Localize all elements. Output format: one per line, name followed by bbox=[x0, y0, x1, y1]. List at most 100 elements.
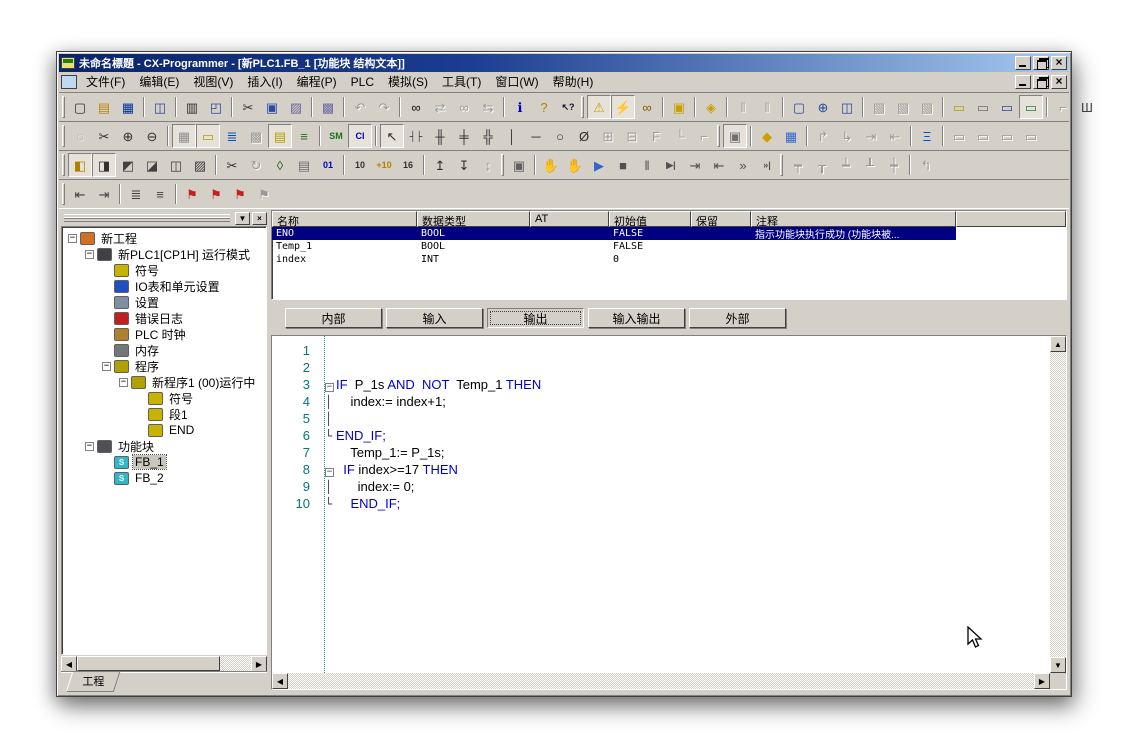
st-code-area[interactable]: 123−IF P_1s AND NOT Temp_1 THEN4│ index:… bbox=[272, 336, 1050, 673]
monitor-decimal-icon[interactable]: 10 bbox=[348, 153, 372, 177]
cut-icon[interactable]: ✂ bbox=[236, 95, 260, 119]
compile-and-find-icon[interactable]: ∞ bbox=[635, 95, 659, 119]
transfer-to-plc-icon[interactable]: ▣ bbox=[667, 95, 691, 119]
stop-icon[interactable]: ■ bbox=[611, 153, 635, 177]
column-header-数据类型[interactable]: 数据类型 bbox=[417, 211, 530, 227]
toolbar-grip[interactable] bbox=[62, 96, 65, 118]
browse-library-icon[interactable]: ◆ bbox=[755, 124, 779, 148]
code-line[interactable]: 1 bbox=[272, 342, 1050, 359]
tree-item-function-blocks[interactable]: −功能块 bbox=[64, 438, 266, 454]
work-online-icon[interactable]: ⚠ bbox=[587, 95, 611, 119]
print-preview-icon[interactable]: ◰ bbox=[204, 95, 228, 119]
select-mode-icon[interactable]: ↖ bbox=[380, 124, 404, 148]
auto-allocation-icon[interactable]: Ξ bbox=[915, 124, 939, 148]
restore-button[interactable] bbox=[1033, 56, 1049, 70]
continuous-step-icon[interactable]: » bbox=[731, 153, 755, 177]
menu-e[interactable]: 编辑(E) bbox=[132, 73, 186, 91]
tree-item-symbols[interactable]: 符号 bbox=[64, 390, 266, 406]
scroll-up-icon[interactable]: ▲ bbox=[1050, 336, 1066, 352]
tree-horizontal-scrollbar[interactable]: ◀ ▶ bbox=[61, 655, 267, 671]
column-header-保留[interactable]: 保留 bbox=[691, 211, 751, 227]
variable-row-ENO[interactable]: ENOBOOLFALSE指示功能块执行成功 (功能块被... bbox=[272, 227, 956, 240]
tree-expander-icon[interactable]: − bbox=[85, 250, 94, 259]
panel-close-icon[interactable]: × bbox=[252, 212, 267, 225]
menu-i[interactable]: 插入(I) bbox=[240, 73, 289, 91]
tree-item-project[interactable]: −新工程 bbox=[64, 230, 266, 246]
tree-item-end-section[interactable]: END bbox=[64, 422, 266, 438]
tab-输入[interactable]: 输入 bbox=[386, 308, 483, 328]
code-line[interactable]: 9│ index:= 0; bbox=[272, 478, 1050, 495]
tree-item-io-table[interactable]: IO表和单元设置 bbox=[64, 278, 266, 294]
save-icon[interactable]: ▦ bbox=[116, 95, 140, 119]
close-button[interactable] bbox=[1051, 56, 1067, 70]
code-line[interactable]: 4│ index:= index+1; bbox=[272, 393, 1050, 410]
context-help-icon[interactable]: ↖? bbox=[556, 95, 580, 119]
fb-generate-icon[interactable]: ✂ bbox=[220, 153, 244, 177]
indent-icon[interactable]: ⇥ bbox=[92, 182, 116, 206]
step-out-icon[interactable]: ⇤ bbox=[707, 153, 731, 177]
menu-plc[interactable]: PLC bbox=[344, 73, 381, 91]
bookmark-next-icon[interactable]: ⚑ bbox=[204, 182, 228, 206]
binary-editor-icon[interactable]: 01 bbox=[316, 153, 340, 177]
open-file-icon[interactable]: ▤ bbox=[92, 95, 116, 119]
menu-t[interactable]: 工具(T) bbox=[435, 73, 488, 91]
show-grid-icon[interactable]: ▦ bbox=[172, 124, 196, 148]
paste-icon[interactable]: ▨ bbox=[284, 95, 308, 119]
scroll-left-icon[interactable]: ◀ bbox=[272, 673, 288, 689]
mnemonic-view-icon[interactable]: SM bbox=[324, 124, 348, 148]
outdent-icon[interactable]: ⇤ bbox=[68, 182, 92, 206]
editor-vertical-scrollbar[interactable]: ▲ ▼ bbox=[1050, 336, 1066, 673]
io-table-icon[interactable]: ▤ bbox=[292, 153, 316, 177]
run-to-cursor-icon[interactable]: »| bbox=[755, 153, 779, 177]
active-diagram-view-icon[interactable]: ◨ bbox=[92, 153, 116, 177]
new-vertical-icon[interactable]: │ bbox=[500, 124, 524, 148]
tree-item-section[interactable]: 段1 bbox=[64, 406, 266, 422]
code-line[interactable]: 3−IF P_1s AND NOT Temp_1 THEN bbox=[272, 376, 1050, 393]
tree-item-plc[interactable]: −新PLC1[CP1H] 运行模式 bbox=[64, 246, 266, 262]
toolbar-grip[interactable] bbox=[581, 96, 584, 118]
tab-外部[interactable]: 外部 bbox=[689, 308, 786, 328]
code-line[interactable]: 6└END_IF; bbox=[272, 427, 1050, 444]
title-bar[interactable]: 未命名標題 - CX-Programmer - [新PLC1.FB_1 [功能块… bbox=[59, 54, 1069, 72]
toolbar-grip[interactable] bbox=[501, 154, 504, 176]
view-mnemonics-icon[interactable]: ◩ bbox=[116, 153, 140, 177]
tree-item-error-log[interactable]: 错误日志 bbox=[64, 310, 266, 326]
toolbar-grip[interactable] bbox=[62, 183, 65, 205]
menu-h[interactable]: 帮助(H) bbox=[546, 73, 601, 91]
tab-project[interactable]: 工程 bbox=[66, 672, 120, 692]
mdi-minimize-button[interactable] bbox=[1015, 75, 1031, 89]
scan-run-icon[interactable]: ✋ bbox=[563, 153, 587, 177]
show-workspace-icon[interactable]: ◧ bbox=[68, 153, 92, 177]
monitor-window-3-icon[interactable]: ▭ bbox=[1019, 95, 1043, 119]
tree-item-fb-st[interactable]: SFB_1 bbox=[64, 454, 266, 470]
work-online-simulator-icon[interactable]: ⚡ bbox=[611, 95, 635, 119]
monitor-toggle-icon[interactable]: ▣ bbox=[723, 124, 747, 148]
new-file-icon[interactable]: ▢ bbox=[68, 95, 92, 119]
tree-item-fb-st[interactable]: SFB_2 bbox=[64, 470, 266, 486]
scroll-right-icon[interactable]: ▶ bbox=[251, 656, 267, 672]
pause-debug-icon[interactable]: ‖ bbox=[635, 153, 659, 177]
tree-item-memory[interactable]: 内存 bbox=[64, 342, 266, 358]
column-header-名称[interactable]: 名称 bbox=[272, 211, 417, 227]
address-reference-icon[interactable]: CI bbox=[348, 124, 372, 148]
step-run-icon[interactable]: ▶| bbox=[659, 153, 683, 177]
minimize-button[interactable] bbox=[1015, 56, 1031, 70]
code-line[interactable]: 5│ bbox=[272, 410, 1050, 427]
copy-icon[interactable]: ▣ bbox=[260, 95, 284, 119]
view-cross-reference-icon[interactable]: ◫ bbox=[164, 153, 188, 177]
monitor-signed-decimal-icon[interactable]: +10 bbox=[372, 153, 396, 177]
mdi-close-button[interactable] bbox=[1051, 75, 1067, 89]
step-in-icon[interactable]: ⇥ bbox=[683, 153, 707, 177]
variable-row-Temp_1[interactable]: Temp_1BOOLFALSE bbox=[272, 240, 956, 253]
help-icon[interactable]: ? bbox=[532, 95, 556, 119]
bookmark-toggle-icon[interactable]: ⚑ bbox=[180, 182, 204, 206]
find-icon[interactable]: ∞ bbox=[404, 95, 428, 119]
new-contact-icon[interactable]: ┤├ bbox=[404, 124, 428, 148]
monitor-hex-icon[interactable]: 16 bbox=[396, 153, 420, 177]
menu-s[interactable]: 模拟(S) bbox=[381, 73, 435, 91]
variable-row-index[interactable]: indexINT0 bbox=[272, 253, 956, 266]
toolbar-grip[interactable] bbox=[717, 125, 720, 147]
tab-输出[interactable]: 输出 bbox=[487, 308, 584, 328]
scroll-down-icon[interactable]: ▼ bbox=[1050, 657, 1066, 673]
menu-p[interactable]: 编程(P) bbox=[290, 73, 344, 91]
